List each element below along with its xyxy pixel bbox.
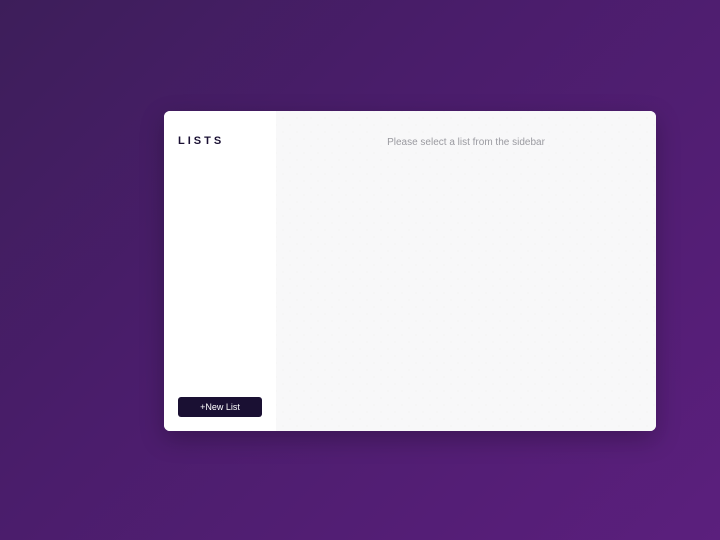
main-panel: Please select a list from the sidebar xyxy=(276,111,656,431)
new-list-button[interactable]: +New List xyxy=(178,397,262,417)
sidebar-title: LISTS xyxy=(178,135,262,147)
app-card: LISTS +New List Please select a list fro… xyxy=(164,111,656,431)
sidebar: LISTS +New List xyxy=(164,111,276,431)
empty-state-message: Please select a list from the sidebar xyxy=(276,137,656,148)
